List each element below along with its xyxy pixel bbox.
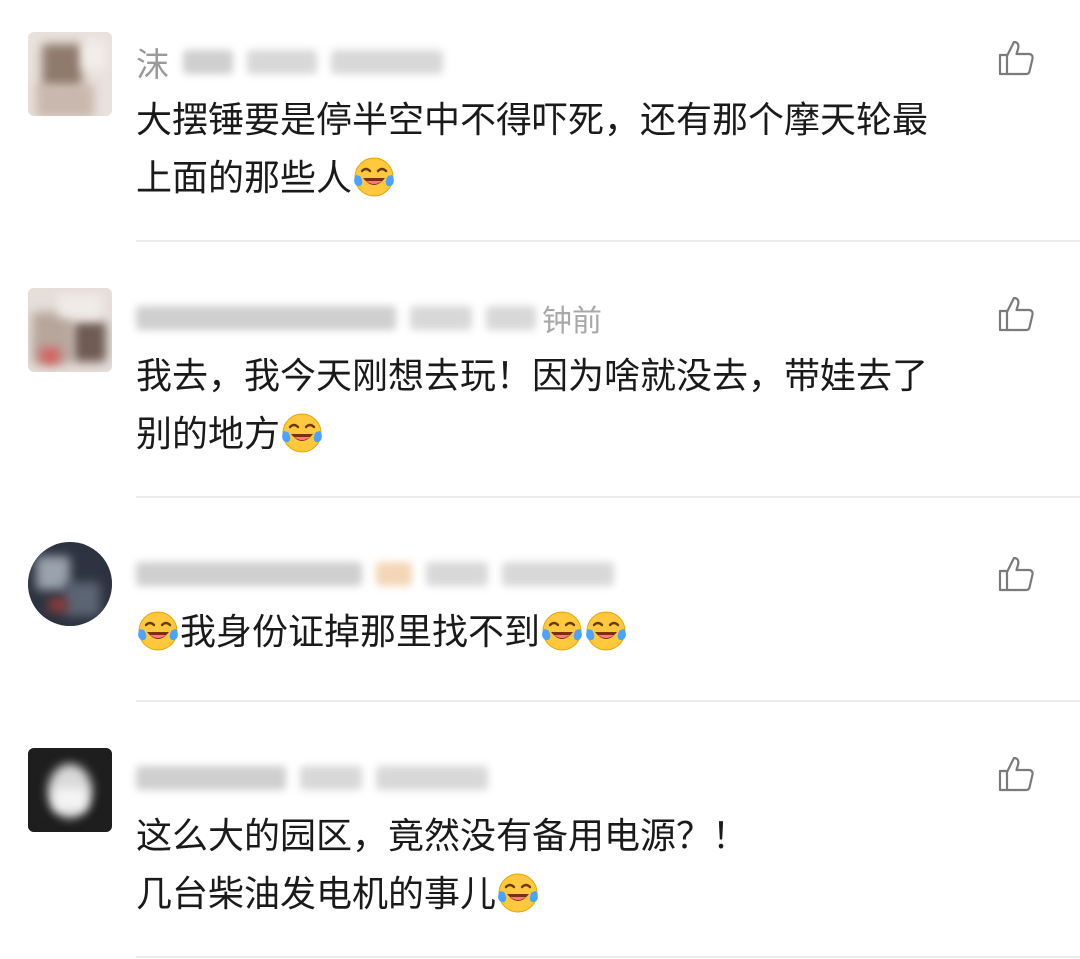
crying-laughing-face-icon: [586, 611, 626, 651]
comment-line-with-emoji: 我身份证掉那里找不到: [136, 604, 1056, 662]
timestamp: 钟前: [542, 304, 602, 339]
badge-blurred: [376, 562, 412, 586]
comment-meta: [136, 754, 488, 802]
comment-line: 几台柴油发电机的事儿: [136, 874, 497, 915]
comment-item: 沫 大摆锤要是停半空中不得吓死，还有那个摩天轮最 上面的那些人: [0, 0, 1080, 242]
comment-line: 我去，我今天刚想去玩！因为啥就没去，带娃去了: [136, 356, 929, 397]
thumbs-up-icon[interactable]: [996, 554, 1036, 594]
comment-item: 我身份证掉那里找不到: [0, 512, 1080, 702]
thumbs-up-icon[interactable]: [996, 754, 1036, 794]
location-blurred: [426, 562, 488, 586]
location-blurred: [247, 50, 317, 74]
comment-line-with-emoji: 上面的那些人: [136, 150, 1056, 208]
comment-body: 我去，我今天刚想去玩！因为啥就没去，带娃去了 别的地方: [136, 348, 1056, 464]
crying-laughing-face-icon: [282, 413, 322, 453]
comment-line: 上面的那些人: [136, 158, 353, 199]
user-name-blurred: [183, 50, 233, 74]
timestamp-blurred: [331, 50, 443, 74]
comment-item: 十 钟前 我去，我今天刚想去玩！因为啥就没去，带娃去了 别的地方: [0, 256, 1080, 498]
avatar[interactable]: [28, 288, 112, 372]
comment-line-with-emoji: 几台柴油发电机的事儿: [136, 866, 1056, 924]
divider: [136, 956, 1080, 958]
comment-meta: [136, 550, 614, 598]
comment-line: 大摆锤要是停半空中不得吓死，还有那个摩天轮最: [136, 100, 929, 141]
comment-body: 这么大的园区，竟然没有备用电源？！ 几台柴油发电机的事儿: [136, 808, 1056, 924]
comment-body: 大摆锤要是停半空中不得吓死，还有那个摩天轮最 上面的那些人: [136, 92, 1056, 208]
user-name-blurred: [136, 766, 286, 790]
thumbs-up-icon[interactable]: [996, 38, 1036, 78]
crying-laughing-face-icon: [542, 611, 582, 651]
avatar[interactable]: [28, 748, 112, 832]
user-name-blurred: [136, 562, 362, 586]
crying-laughing-face-icon: [498, 873, 538, 913]
comment-line: 我身份证掉那里找不到: [180, 612, 541, 653]
timestamp-blurred: [502, 562, 614, 586]
comment-meta: 沫: [136, 38, 443, 86]
timestamp-blurred: [486, 306, 536, 330]
comment-line: 这么大的园区，竟然没有备用电源？！: [136, 816, 749, 857]
user-name-blurred: [136, 306, 396, 330]
user-name[interactable]: 沫: [136, 38, 169, 86]
comment-line-with-emoji: 别的地方: [136, 406, 1056, 464]
location-blurred: [410, 306, 472, 330]
comment-meta: 十 钟前: [136, 294, 602, 342]
comment-body: 我身份证掉那里找不到: [136, 604, 1056, 662]
avatar[interactable]: [28, 542, 112, 626]
divider: [136, 496, 1080, 498]
location-blurred: [300, 766, 362, 790]
thumbs-up-icon[interactable]: [996, 294, 1036, 334]
comment-item: 这么大的园区，竟然没有备用电源？！ 几台柴油发电机的事儿: [0, 716, 1080, 959]
timestamp-blurred: [376, 766, 488, 790]
avatar[interactable]: [28, 32, 112, 116]
divider: [136, 700, 1080, 702]
crying-laughing-face-icon: [354, 157, 394, 197]
crying-laughing-face-icon: [138, 611, 178, 651]
divider: [136, 240, 1080, 242]
comment-feed: 沫 大摆锤要是停半空中不得吓死，还有那个摩天轮最 上面的那些人 钟前 我去，我今…: [0, 0, 1080, 959]
comment-line: 别的地方: [136, 414, 281, 455]
